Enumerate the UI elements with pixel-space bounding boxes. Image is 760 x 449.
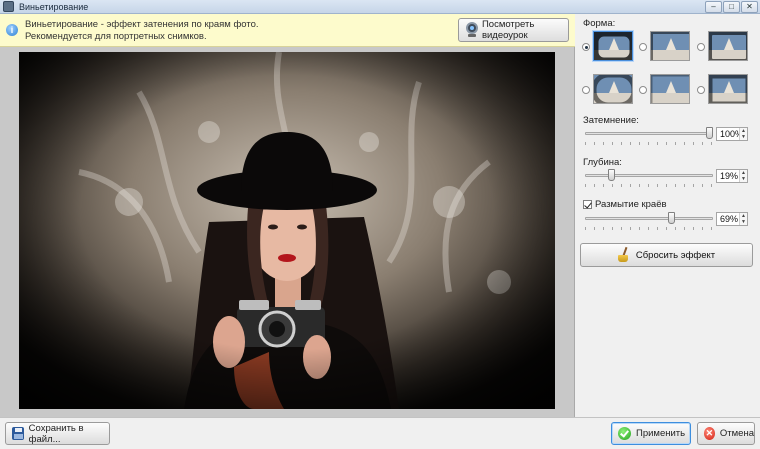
shape-option-5[interactable] — [639, 74, 690, 112]
darkening-label: Затемнение: — [583, 115, 639, 126]
preview-panel: i Виньетирование - эффект затенения по к… — [0, 14, 575, 417]
blur-slider-track — [585, 217, 713, 220]
title-bar: Виньетирование – □ ✕ — [0, 0, 760, 14]
depth-slider-track — [585, 174, 713, 177]
shape-radio-3[interactable] — [697, 43, 705, 51]
blur-spin-arrows[interactable]: ▲ ▼ — [739, 213, 747, 225]
shape-label: Форма: — [583, 18, 616, 29]
webcam-icon — [465, 22, 478, 38]
minimize-button[interactable]: – — [705, 1, 722, 13]
watch-video-label: Посмотреть видеоурок — [481, 19, 535, 41]
shape-radio-2[interactable] — [639, 43, 647, 51]
cancel-icon: ✕ — [704, 427, 715, 440]
shape-option-2[interactable] — [639, 31, 690, 69]
depth-value[interactable]: 19% ▲ ▼ — [716, 169, 748, 183]
bottom-bar: Сохранить в файл... Применить ✕ Отмена — [0, 417, 760, 449]
broom-icon — [617, 246, 630, 263]
photo-preview — [19, 52, 555, 409]
portrait-photo — [19, 52, 555, 409]
shape-radio-5[interactable] — [639, 86, 647, 94]
darkening-spin-arrows[interactable]: ▲ ▼ — [739, 128, 747, 140]
shape-radio-6[interactable] — [697, 86, 705, 94]
reset-effect-label: Сбросить эффект — [635, 249, 716, 261]
blur-label: Размытие краёв — [595, 199, 667, 210]
window-title: Виньетирование — [19, 1, 89, 12]
shape-thumb-4[interactable] — [593, 74, 633, 104]
darkening-slider-track — [585, 132, 713, 135]
shape-radio-1[interactable] — [582, 43, 590, 51]
shape-option-4[interactable] — [582, 74, 633, 112]
floppy-icon — [12, 427, 24, 440]
blur-ticks — [585, 227, 713, 230]
shape-thumb-3[interactable] — [708, 31, 748, 61]
checkmark-icon — [618, 427, 631, 440]
blur-slider[interactable] — [585, 212, 713, 226]
cancel-label: Отмена — [719, 428, 754, 439]
info-text-line1: Виньетирование - эффект затенения по кра… — [25, 19, 259, 30]
shape-thumb-6[interactable] — [708, 74, 748, 104]
info-bar: i Виньетирование - эффект затенения по к… — [0, 14, 575, 47]
app-icon — [3, 1, 14, 12]
depth-ticks — [585, 184, 713, 187]
blur-checkbox[interactable] — [583, 200, 592, 209]
depth-spin-arrows[interactable]: ▲ ▼ — [739, 170, 747, 182]
maximize-button[interactable]: □ — [723, 1, 740, 13]
darkening-slider[interactable] — [585, 127, 713, 141]
info-icon: i — [6, 24, 18, 36]
settings-panel: Форма: Затемнение: 100% ▲ ▼ Глубина: 19%… — [576, 14, 760, 417]
shape-thumb-1[interactable] — [593, 31, 633, 61]
darkening-value[interactable]: 100% ▲ ▼ — [716, 127, 748, 141]
save-to-file-button[interactable]: Сохранить в файл... — [5, 422, 110, 445]
shape-radio-4[interactable] — [582, 86, 590, 94]
depth-value-text: 19% — [720, 171, 739, 181]
depth-slider-knob[interactable] — [607, 169, 615, 181]
shape-thumb-2[interactable] — [650, 31, 690, 61]
darkening-ticks — [585, 142, 713, 145]
watch-video-button[interactable]: Посмотреть видеоурок — [458, 18, 569, 42]
close-button[interactable]: ✕ — [741, 1, 758, 13]
shape-option-3[interactable] — [697, 31, 748, 69]
apply-button[interactable]: Применить — [611, 422, 691, 445]
reset-effect-button[interactable]: Сбросить эффект — [580, 243, 753, 267]
blur-slider-knob[interactable] — [668, 212, 676, 224]
cancel-button[interactable]: ✕ Отмена — [697, 422, 755, 445]
info-text: Виньетирование - эффект затенения по кра… — [25, 19, 425, 43]
info-text-line2: Рекомендуется для портретных снимков. — [25, 31, 207, 42]
shape-option-1[interactable] — [582, 31, 633, 69]
shape-thumb-5[interactable] — [650, 74, 690, 104]
darkening-slider-knob[interactable] — [706, 127, 713, 139]
shape-option-6[interactable] — [697, 74, 748, 112]
window-controls: – □ ✕ — [705, 1, 758, 13]
save-to-file-label: Сохранить в файл... — [28, 422, 84, 445]
blur-value-text: 69% — [720, 214, 739, 224]
apply-label: Применить — [636, 428, 686, 439]
depth-label: Глубина: — [583, 157, 622, 168]
depth-slider[interactable] — [585, 169, 713, 183]
blur-value[interactable]: 69% ▲ ▼ — [716, 212, 748, 226]
